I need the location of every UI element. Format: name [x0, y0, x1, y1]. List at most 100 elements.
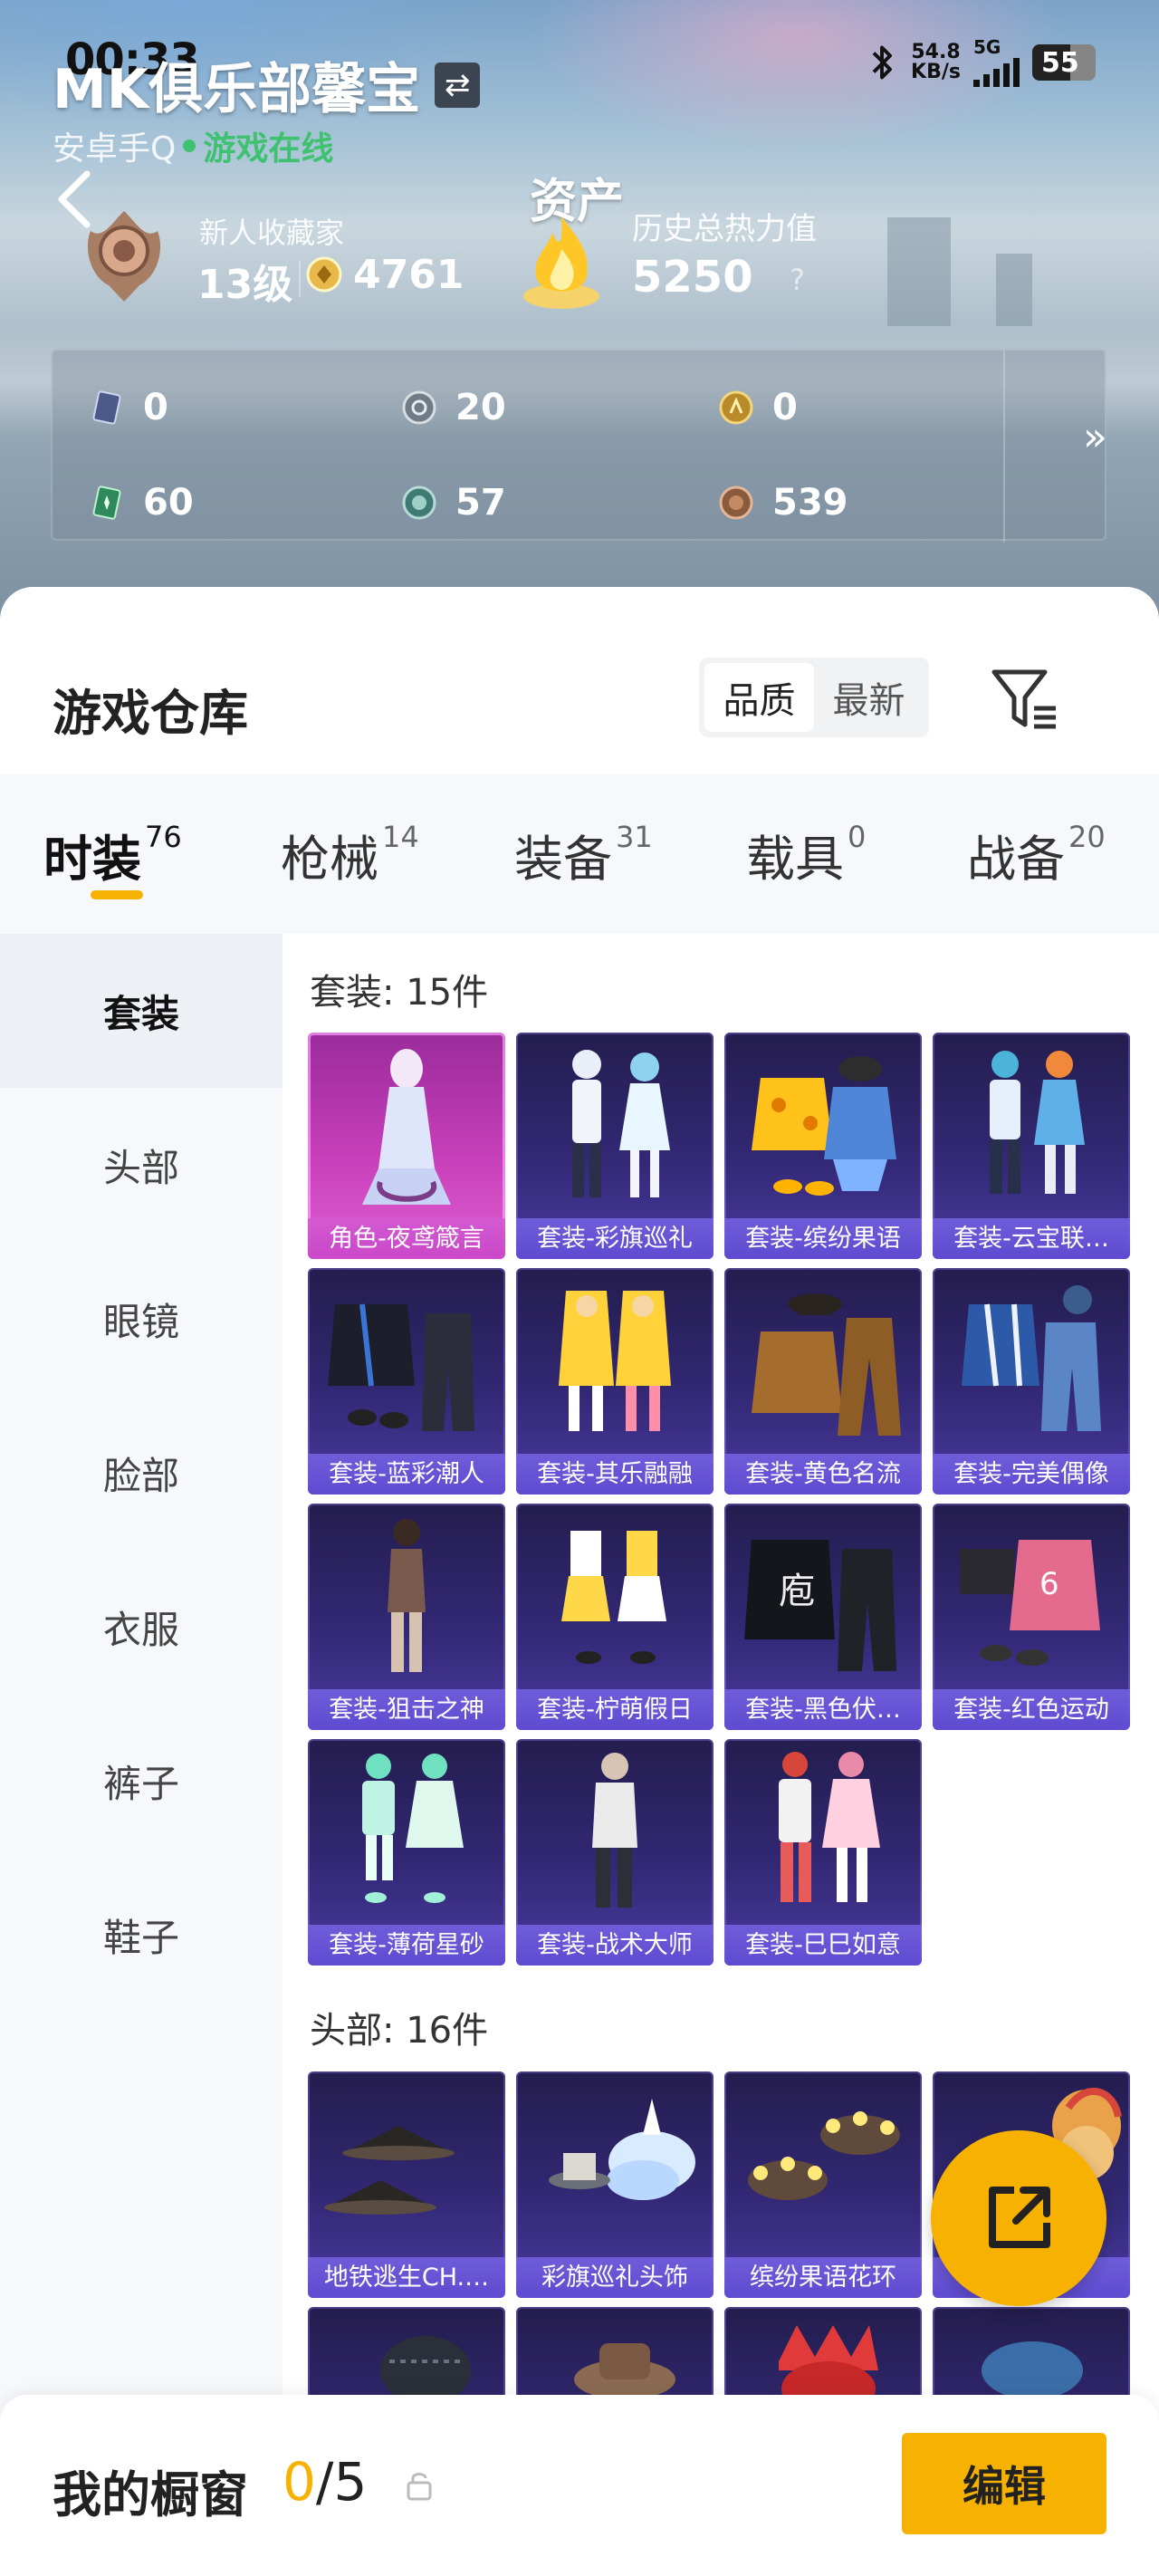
item-card[interactable]: 套装-巳巳如意 [724, 1739, 922, 1966]
item-name: 套装-黄色名流 [724, 1454, 922, 1495]
help-icon[interactable]: ? [790, 263, 805, 297]
tab-count: 0 [848, 820, 867, 854]
rank-title: 新人收藏家 [199, 216, 345, 250]
speed-value: 54.8 [911, 41, 961, 63]
stat-teal: 57 [401, 482, 506, 524]
item-card[interactable]: 彩旗巡礼头饰 [516, 2071, 714, 2298]
warehouse-title: 游戏仓库 [53, 685, 248, 742]
item-name: 彩旗巡礼头饰 [516, 2257, 714, 2298]
swap-account-icon[interactable]: ⇄ [435, 62, 481, 108]
stat-green-card: 60 [89, 482, 194, 524]
status-icons: 54.8 KB/s 5G 55 [866, 38, 1096, 87]
outfit-figure-icon [592, 1753, 637, 1908]
heat-title: 历史总热力值 [632, 211, 817, 247]
showcase-count: 0/5 [283, 2451, 367, 2513]
tab-equipment[interactable]: 装备 31 [514, 774, 653, 934]
item-name: 套装-狙击之神 [308, 1689, 505, 1730]
signal-group: 5G [973, 38, 1020, 87]
outfit-pair-icon [990, 1051, 1085, 1194]
stat-card: 0 [89, 387, 168, 428]
bluetooth-icon [872, 45, 892, 80]
sub-category-sidebar: 套装 头部 眼镜 脸部 衣服 裤子 鞋子 [0, 934, 283, 2474]
outfit-pieces-icon [752, 1293, 901, 1436]
item-name: 套装-蓝彩潮人 [308, 1454, 505, 1495]
item-card[interactable]: 套装-彩旗巡礼 [516, 1033, 714, 1259]
item-card[interactable]: 套装-狙击之神 [308, 1504, 505, 1730]
item-name: 套装-红色运动 [933, 1689, 1130, 1730]
stat-bronze: 539 [718, 482, 848, 524]
item-card[interactable]: 套装-完美偶像 [933, 1268, 1130, 1495]
item-name: 套装-薄荷星砂 [308, 1925, 505, 1966]
flower-crown-icon [748, 2111, 900, 2200]
item-card[interactable]: 套装-柠萌假日 [516, 1504, 714, 1730]
item-name: 地铁逃生CH.… [308, 2257, 505, 2298]
tab-label: 载具 [746, 830, 844, 888]
showcase-total: /5 [315, 2451, 368, 2513]
item-name: 套装-云宝联… [933, 1218, 1130, 1259]
item-card[interactable]: 套装-薄荷星砂 [308, 1739, 505, 1966]
sidebar-item-head[interactable]: 头部 [0, 1088, 283, 1242]
item-card[interactable]: 角色-夜鸢箴言 [308, 1033, 505, 1259]
sidebar-item-face[interactable]: 脸部 [0, 1396, 283, 1550]
profile-header: 00:33 54.8 KB/s 5G 55 MK俱乐部馨宝 ⇄ 安卓手Q 游戏在… [0, 0, 1159, 634]
tab-fashion[interactable]: 时装 76 [43, 774, 182, 934]
outfit-pieces-icon [328, 1303, 474, 1431]
sidebar-item-pants[interactable]: 裤子 [0, 1704, 283, 1858]
online-status: 游戏在线 [203, 130, 334, 168]
item-card[interactable]: 庖 套装-黑色伏… [724, 1504, 922, 1730]
divider [299, 261, 301, 297]
stat-value: 0 [143, 387, 168, 428]
item-card[interactable]: 缤纷果语花环 [724, 2071, 922, 2298]
item-card[interactable]: 套装-蓝彩潮人 [308, 1268, 505, 1495]
showcase-current: 0 [283, 2451, 316, 2513]
lock-icon [407, 2473, 432, 2501]
item-name: 套装-黑色伏… [724, 1689, 922, 1730]
item-card[interactable]: 6 套装-红色运动 [933, 1504, 1130, 1730]
item-card[interactable]: 套装-云宝联… [933, 1033, 1130, 1259]
filter-icon[interactable] [987, 661, 1061, 735]
sort-latest-button[interactable]: 最新 [814, 663, 924, 732]
stat-silver: 20 [401, 387, 506, 428]
item-card[interactable]: 地铁逃生CH.… [308, 2071, 505, 2298]
edit-button[interactable]: 编辑 [902, 2433, 1106, 2534]
stat-value: 0 [772, 387, 798, 428]
gold-coin-icon [719, 390, 753, 425]
network-type: 5G [973, 36, 1001, 58]
outfit-pieces-icon [752, 1056, 896, 1196]
sort-quality-button[interactable]: 品质 [704, 663, 814, 732]
currency-stats[interactable]: 0 20 0 60 57 539 » [51, 349, 1107, 543]
battery-icon: 55 [1032, 44, 1096, 81]
outfit-pieces-icon: 6 [960, 1540, 1100, 1666]
bronze-coin-icon [719, 485, 753, 520]
sidebar-item-shoes[interactable]: 鞋子 [0, 1858, 283, 2012]
share-fab-button[interactable] [931, 2130, 1106, 2306]
item-name: 套装-战术大师 [516, 1925, 714, 1966]
tab-label: 战备 [967, 830, 1065, 888]
showcase-label: 我的橱窗 [53, 2466, 248, 2523]
section-title-head: 头部: 16件 [310, 2010, 489, 2052]
sidebar-item-sets[interactable]: 套装 [0, 934, 283, 1088]
rank-badge-icon [87, 211, 161, 302]
battery-level: 55 [1041, 46, 1079, 79]
sidebar-item-clothes[interactable]: 衣服 [0, 1550, 283, 1704]
sort-segmented-control: 品质 最新 [699, 658, 929, 737]
double-chevron-right-icon[interactable]: » [1083, 414, 1107, 460]
tab-guns[interactable]: 枪械 14 [281, 774, 419, 934]
tab-vehicles[interactable]: 载具 0 [746, 774, 866, 934]
stat-value: 20 [455, 387, 506, 428]
item-card[interactable]: 套装-战术大师 [516, 1739, 714, 1966]
item-card[interactable]: 套装-缤纷果语 [724, 1033, 922, 1259]
item-card[interactable]: 套装-其乐融融 [516, 1268, 714, 1495]
sidebar-item-glasses[interactable]: 眼镜 [0, 1242, 283, 1396]
flame-icon [523, 216, 599, 309]
heat-value: 5250 [632, 252, 753, 303]
item-card[interactable]: 套装-黄色名流 [724, 1268, 922, 1495]
coin-icon [306, 256, 342, 293]
item-name: 套装-彩旗巡礼 [516, 1218, 714, 1259]
item-name: 套装-缤纷果语 [724, 1218, 922, 1259]
hat-icon [549, 2099, 695, 2200]
outfit-pair-icon [559, 1291, 671, 1431]
tab-battle-gear[interactable]: 战备 20 [967, 774, 1106, 934]
stat-value: 60 [143, 482, 194, 524]
svg-text:6: 6 [1039, 1566, 1059, 1602]
